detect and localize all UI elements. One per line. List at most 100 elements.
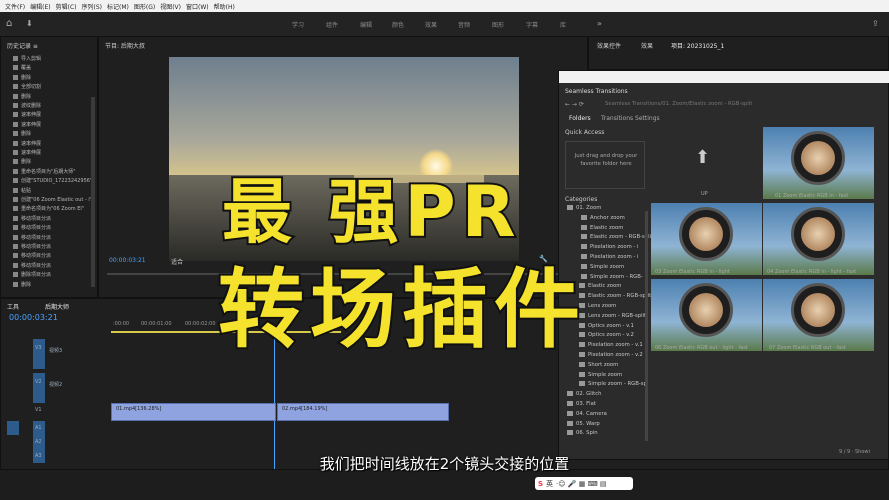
category-folder[interactable]: Pixelation zoom - i [581, 254, 639, 260]
quick-access-dropzone[interactable]: Just drag and drop your favorite folder … [565, 141, 645, 189]
categories-header[interactable]: Categories [565, 196, 597, 203]
nav-arrows-icon[interactable]: ← → ⟳ [565, 101, 584, 108]
workspace-learn[interactable]: 学习 [292, 20, 304, 29]
history-item[interactable]: 删除 [13, 281, 31, 289]
history-item[interactable]: 移动项目分派 [13, 234, 51, 242]
category-folder[interactable]: 03. Flat [567, 401, 596, 407]
category-folder[interactable]: Simple zoom - RGB- [581, 273, 643, 280]
workspace-assembly[interactable]: 组件 [326, 20, 338, 29]
category-folder[interactable]: 06. Spin [567, 430, 598, 436]
workspace-libraries[interactable]: 库 [560, 20, 566, 29]
history-item[interactable]: 删除项目分派 [13, 271, 51, 279]
menu-edit[interactable]: 编辑(E) [30, 2, 50, 11]
history-item[interactable]: 重命名项目为"06 Zoom El" [13, 205, 84, 213]
tab-transitions-settings[interactable]: Transitions Settings [601, 115, 660, 122]
workspace-audio[interactable]: 音频 [458, 20, 470, 29]
clip-01[interactable]: 01.mp4[136.28%] [111, 403, 276, 421]
category-folder[interactable]: Pixelation zoom - v.2 [579, 352, 643, 358]
workspace-effects[interactable]: 效果 [425, 20, 437, 29]
track-target-v3[interactable] [33, 339, 45, 369]
ime-lang-icon[interactable]: 英 [546, 479, 553, 489]
history-item[interactable]: 移动项目分派 [13, 262, 51, 270]
category-folder[interactable]: Optics zoom - v.1 [579, 322, 634, 329]
category-folder[interactable]: Pixelation zoom - v.1 [579, 342, 643, 348]
quick-access-header[interactable]: Quick Access [565, 129, 604, 136]
history-item[interactable]: 移动项目分派 [13, 243, 51, 251]
category-folder[interactable]: Lens zoom - RGB-split [579, 312, 646, 319]
history-item[interactable]: 全部切割 [13, 83, 41, 91]
menu-graphics[interactable]: 图形(G) [134, 2, 155, 11]
timeline-timecode[interactable]: 00:00:03:21 [9, 313, 58, 322]
category-folder[interactable]: Elastic zoom - RGB-split [579, 293, 651, 299]
tab-effects[interactable]: 效果 [641, 41, 653, 50]
ime-icons[interactable]: ·☺ 🎤 ▦ ⌨ ▤ [556, 480, 606, 488]
source-patch-a1[interactable] [7, 421, 19, 435]
history-item[interactable]: 覆盖 [13, 64, 31, 72]
transition-thumb[interactable] [651, 279, 762, 351]
menu-help[interactable]: 帮助(H) [214, 2, 235, 11]
workspace-captions[interactable]: 字幕 [526, 20, 538, 29]
workspace-editing[interactable]: 编辑 [360, 20, 372, 29]
category-folder[interactable]: Simple zoom - RGB-sp [579, 381, 647, 387]
category-folder[interactable]: Simple zoom [579, 371, 622, 378]
folder-up-tile[interactable]: ⬆ UP [651, 127, 762, 199]
category-folder[interactable]: 04. Camera [567, 410, 607, 417]
history-item[interactable]: 创建"STUDIO_17223242956" [13, 177, 92, 185]
history-item[interactable]: 删除 [13, 130, 31, 138]
category-folder[interactable]: Pixelation zoom - i [581, 244, 639, 250]
menu-window[interactable]: 窗口(W) [186, 2, 209, 11]
history-scrollbar[interactable] [91, 97, 95, 287]
history-item[interactable]: 删除 [13, 93, 31, 101]
menu-clip[interactable]: 剪辑(C) [56, 2, 77, 11]
history-item-label: 速率伸展 [21, 112, 42, 119]
history-item[interactable]: 速率伸展 [13, 149, 41, 157]
history-item[interactable]: 波纹删除 [13, 102, 41, 110]
menu-marker[interactable]: 标记(M) [107, 2, 129, 11]
history-item[interactable]: 移动项目分派 [13, 252, 51, 260]
tab-effect-controls[interactable]: 效果控件 [597, 41, 621, 50]
history-item[interactable]: 粘贴 [13, 187, 31, 195]
program-timecode[interactable]: 00:00:03:21 [109, 257, 146, 264]
history-item[interactable]: 速率伸展 [13, 121, 41, 129]
workspace-color[interactable]: 颜色 [392, 20, 404, 29]
transition-thumb[interactable] [763, 127, 874, 199]
fit-dropdown[interactable]: 适合 [171, 257, 183, 266]
history-item[interactable]: 导入剪辑 [13, 55, 41, 63]
history-item[interactable]: 移动项目分派 [13, 224, 51, 232]
category-folder[interactable]: 01. Zoom [567, 205, 601, 211]
transition-thumb[interactable] [763, 203, 874, 275]
track-target-v2[interactable] [33, 373, 45, 403]
home-icon[interactable]: ⌂ [6, 18, 12, 29]
category-folder[interactable]: Optics zoom - v.2 [579, 332, 634, 338]
history-item[interactable]: 删除 [13, 74, 31, 82]
menu-view[interactable]: 视图(V) [160, 2, 181, 11]
clip-02[interactable]: 02.mp4[184.19%] [277, 403, 449, 421]
category-folder[interactable]: Elastic zoom - RGB-split [581, 234, 653, 240]
share-icon[interactable]: ⇪ [872, 19, 879, 28]
history-item[interactable]: 速率伸展 [13, 140, 41, 148]
category-folder[interactable]: Simple zoom [581, 263, 624, 270]
more-workspaces-icon[interactable]: » [597, 19, 602, 28]
history-item[interactable]: 重命名项目为"后期大师" [13, 168, 76, 176]
ime-toolbar[interactable]: S 英 ·☺ 🎤 ▦ ⌨ ▤ [535, 477, 633, 490]
tab-folders[interactable]: Folders [569, 115, 591, 122]
category-folder[interactable]: Elastic zoom [581, 224, 623, 231]
category-folder[interactable]: 05. Warp [567, 420, 600, 427]
category-folder[interactable]: Short zoom [579, 361, 618, 368]
tab-tools[interactable]: 工具 [7, 302, 19, 311]
tab-sequence[interactable]: 后期大师 [45, 302, 69, 311]
workspace-graphics[interactable]: 图形 [492, 20, 504, 29]
categories-scrollbar[interactable] [645, 211, 648, 441]
history-item[interactable]: 速率伸展 [13, 111, 41, 119]
import-icon[interactable]: ⬇ [26, 19, 33, 28]
history-item[interactable]: 删除 [13, 158, 31, 166]
history-item[interactable]: 创建"06 Zoom Elastic out - l" [13, 196, 92, 204]
menu-file[interactable]: 文件(F) [5, 2, 25, 11]
category-folder[interactable]: Anchor zoom [581, 214, 625, 221]
tab-project[interactable]: 项目: 20231025_1 [671, 41, 724, 50]
history-item[interactable]: 移动项目分派 [13, 215, 51, 223]
transition-thumb[interactable] [763, 279, 874, 351]
category-folder[interactable]: 02. Glitch [567, 391, 602, 397]
transition-thumb[interactable] [651, 203, 762, 275]
menu-sequence[interactable]: 序列(S) [82, 2, 103, 11]
